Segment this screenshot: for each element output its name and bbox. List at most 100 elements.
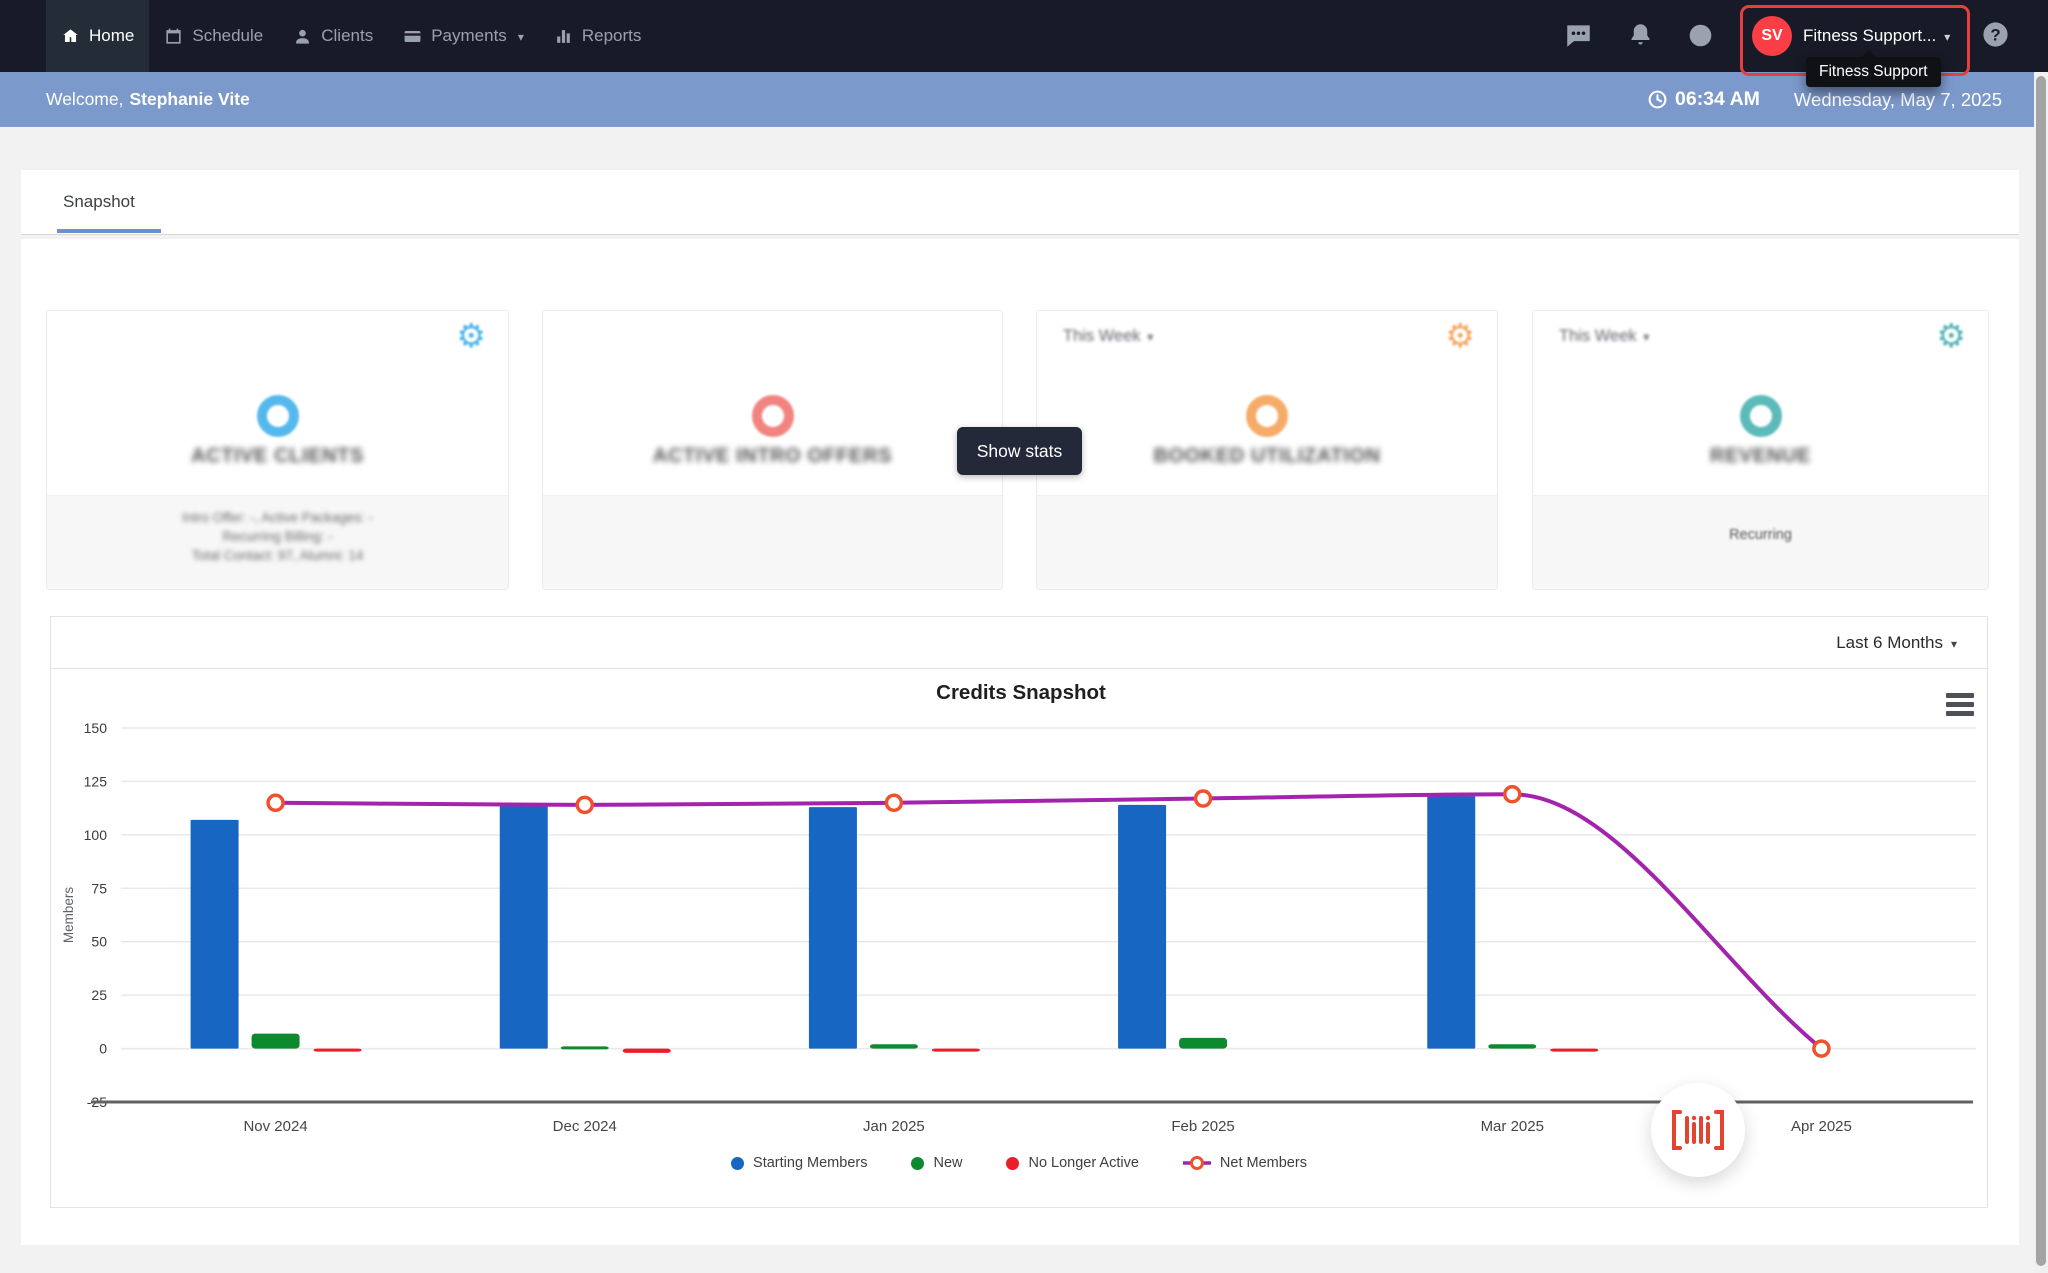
watermark-logo xyxy=(1651,1083,1745,1177)
credit-card-icon xyxy=(403,27,422,46)
svg-text:Nov 2024: Nov 2024 xyxy=(243,1118,307,1135)
svg-text:Credits Snapshot: Credits Snapshot xyxy=(936,681,1106,704)
main-nav: Home Schedule Clients Payments ▾ Reports xyxy=(46,0,656,72)
card-footer: Recurring xyxy=(1533,495,1988,589)
svg-text:50: 50 xyxy=(91,934,107,950)
nav-label: Home xyxy=(89,26,134,46)
nav-item-clients[interactable]: Clients xyxy=(278,0,388,72)
bar-starting-members xyxy=(1118,805,1166,1049)
gear-icon[interactable]: ⚙ xyxy=(1936,319,1966,352)
gear-icon[interactable]: ⚙ xyxy=(456,319,486,352)
page-scrollbar xyxy=(2034,72,2048,1273)
card-title: BOOKED UTILIZATION xyxy=(1037,445,1497,468)
nav-item-schedule[interactable]: Schedule xyxy=(149,0,278,72)
nav-label: Clients xyxy=(321,26,373,46)
chevron-down-icon: ▾ xyxy=(1951,637,1957,651)
bar-new xyxy=(870,1044,918,1048)
card-title: ACTIVE INTRO OFFERS xyxy=(543,445,1002,468)
svg-text:?: ? xyxy=(1990,26,2000,45)
legend-dot xyxy=(731,1157,744,1170)
bar-no-longer-active xyxy=(314,1049,362,1052)
welcome-bar: Welcome, Stephanie Vite 06:34 AM Wednesd… xyxy=(0,72,2048,127)
svg-text:Dec 2024: Dec 2024 xyxy=(553,1118,617,1135)
legend-item: New xyxy=(911,1155,962,1171)
date-range-selector[interactable]: Last 6 Months ▾ xyxy=(1836,617,1957,669)
card-footer xyxy=(543,495,1002,589)
net-members-marker xyxy=(577,797,592,812)
stat-card-active-intro-offers: ACTIVE INTRO OFFERS xyxy=(542,310,1003,590)
bar-no-longer-active xyxy=(623,1049,671,1053)
card-footer xyxy=(1037,495,1497,589)
svg-text:100: 100 xyxy=(84,827,108,843)
svg-text:150: 150 xyxy=(84,720,108,736)
svg-text:0: 0 xyxy=(99,1041,107,1057)
loading-spinner xyxy=(752,395,794,437)
scrollbar-thumb[interactable] xyxy=(2036,76,2046,1266)
svg-text:Jan 2025: Jan 2025 xyxy=(863,1118,925,1135)
gear-icon[interactable]: ⚙ xyxy=(1445,319,1475,352)
loading-spinner xyxy=(257,395,299,437)
avatar[interactable]: SV xyxy=(1752,16,1792,56)
svg-text:25: 25 xyxy=(91,987,107,1003)
time-text: 06:34 AM xyxy=(1675,88,1760,111)
bar-chart-icon xyxy=(554,27,573,46)
footer-line: Recurring xyxy=(1729,526,1792,545)
footer-line: Recurring Billing: - xyxy=(222,527,332,546)
bar-new xyxy=(561,1046,609,1049)
help-icon[interactable]: ? xyxy=(1981,20,2010,49)
nav-label: Payments xyxy=(431,26,507,46)
net-members-marker xyxy=(1814,1041,1829,1056)
legend-item: Net Members xyxy=(1183,1155,1307,1171)
tab-bar: Snapshot xyxy=(21,170,2019,235)
bar-new xyxy=(1488,1044,1536,1048)
tooltip-text: Fitness Support xyxy=(1819,63,1928,80)
welcome-message: Welcome, Stephanie Vite xyxy=(46,72,250,127)
tab-snapshot[interactable]: Snapshot xyxy=(63,170,135,234)
bar-starting-members xyxy=(191,820,239,1049)
person-icon xyxy=(293,27,312,46)
current-date: Wednesday, May 7, 2025 xyxy=(1794,89,2002,111)
chart-menu-icon[interactable] xyxy=(1946,702,1974,707)
net-members-marker xyxy=(1505,787,1520,802)
bar-starting-members xyxy=(1427,796,1475,1048)
stat-card-revenue: This Week ▾ ⚙ REVENUE Recurring xyxy=(1532,310,1989,590)
nav-label: Schedule xyxy=(192,26,263,46)
show-stats-label: Show stats xyxy=(977,441,1063,462)
net-members-marker xyxy=(268,795,283,810)
user-name: Stephanie Vite xyxy=(129,89,249,110)
svg-text:Apr 2025: Apr 2025 xyxy=(1791,1118,1852,1135)
home-icon xyxy=(61,27,80,46)
bar-no-longer-active xyxy=(932,1049,980,1052)
nav-item-home[interactable]: Home xyxy=(46,0,149,72)
chart-menu-icon[interactable] xyxy=(1946,693,1974,698)
card-footer: Intro Offer: -, Active Packages: - Recur… xyxy=(47,495,508,589)
chat-icon[interactable] xyxy=(1565,22,1592,49)
period-selector[interactable]: This Week ▾ xyxy=(1063,327,1153,346)
top-navbar: Home Schedule Clients Payments ▾ Reports… xyxy=(0,0,2048,72)
clock-icon xyxy=(1647,89,1668,110)
svg-text:Feb 2025: Feb 2025 xyxy=(1171,1118,1234,1135)
nav-item-payments[interactable]: Payments ▾ xyxy=(388,0,539,72)
nav-item-reports[interactable]: Reports xyxy=(539,0,657,72)
period-selector[interactable]: This Week ▾ xyxy=(1559,327,1649,346)
stat-card-active-clients: ⚙ ACTIVE CLIENTS Intro Offer: -, Active … xyxy=(46,310,509,590)
chart-menu-icon[interactable] xyxy=(1946,711,1974,716)
show-stats-button[interactable]: Show stats xyxy=(957,427,1082,475)
legend-item: No Longer Active xyxy=(1006,1155,1138,1171)
card-title: REVENUE xyxy=(1533,445,1988,468)
bar-starting-members xyxy=(500,805,548,1049)
notifications-bell-icon[interactable] xyxy=(1627,22,1654,49)
footer-line: Total Contact: 97, Alumni: 14 xyxy=(192,546,364,565)
nav-label: Reports xyxy=(582,26,642,46)
legend-label: Starting Members xyxy=(753,1155,867,1171)
net-members-marker xyxy=(1196,791,1211,806)
legend-line-marker xyxy=(1183,1155,1211,1171)
history-clock-icon[interactable] xyxy=(1687,22,1714,49)
tab-label: Snapshot xyxy=(63,192,135,212)
range-label: Last 6 Months xyxy=(1836,633,1943,653)
chevron-down-icon: ▾ xyxy=(1147,330,1153,344)
greeting-text: Welcome, xyxy=(46,89,123,110)
bar-no-longer-active xyxy=(1550,1049,1598,1052)
svg-text:75: 75 xyxy=(91,880,107,896)
chevron-down-icon: ▾ xyxy=(1944,30,1950,44)
